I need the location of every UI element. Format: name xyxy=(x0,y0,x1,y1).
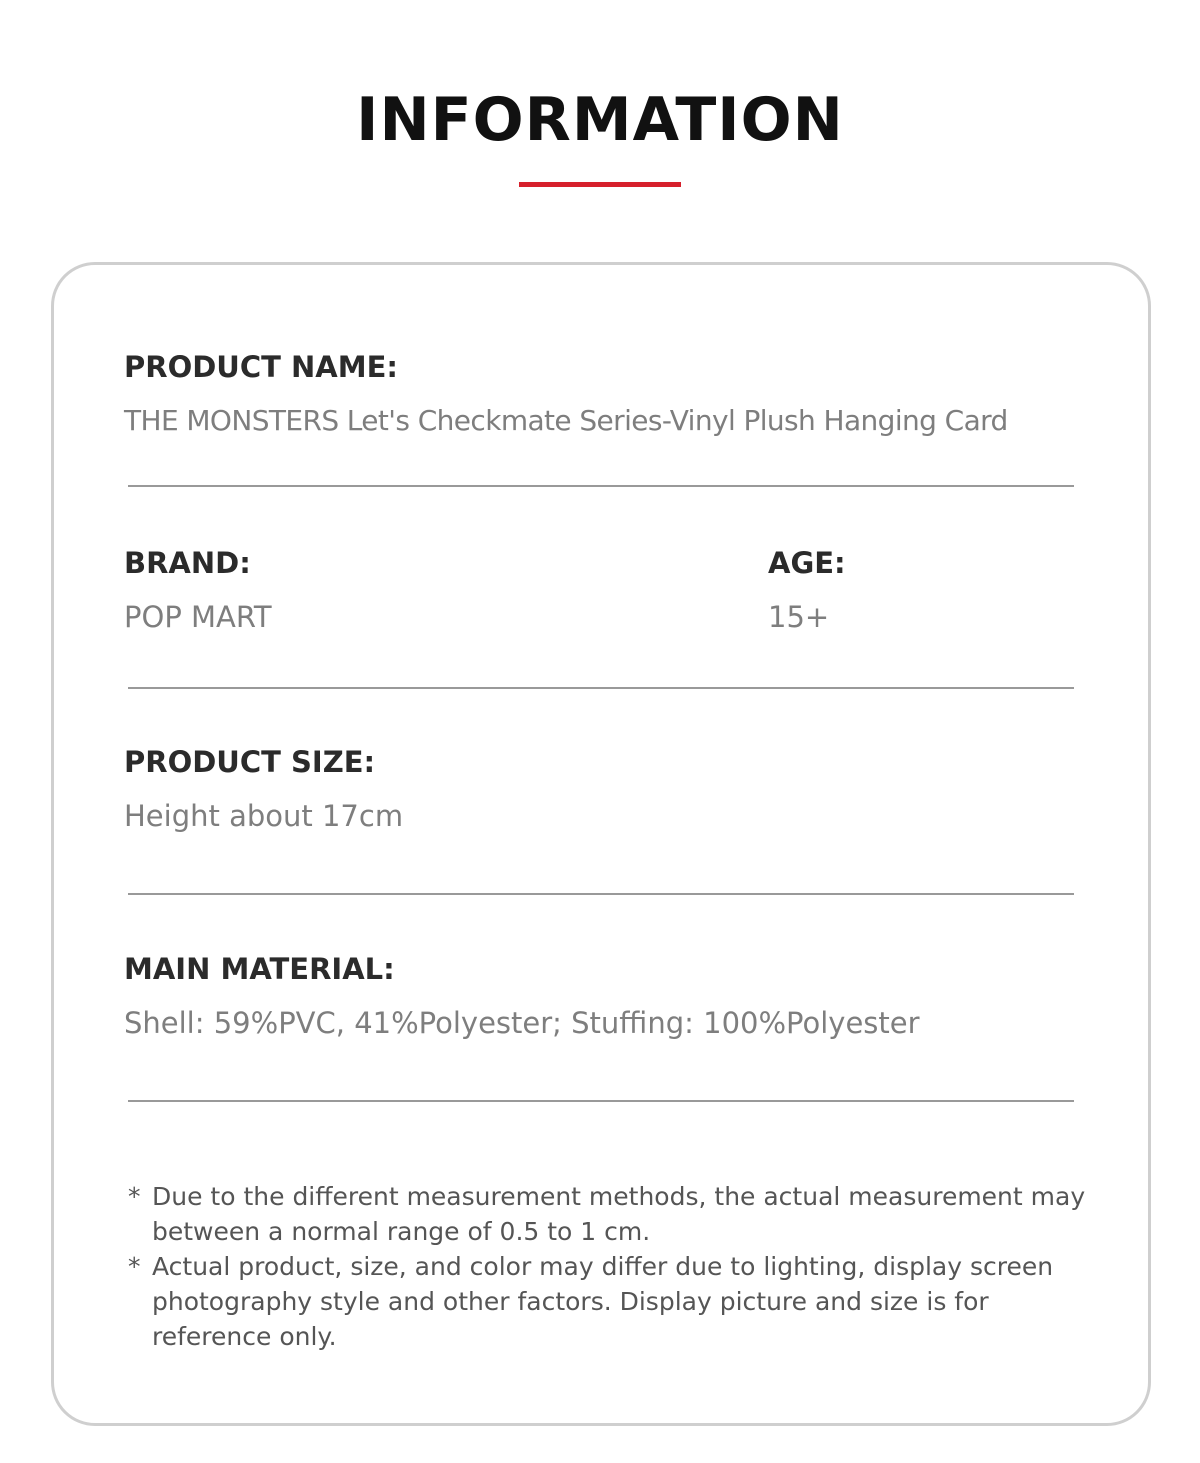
asterisk-mark: * xyxy=(128,1182,141,1211)
asterisk-mark: * xyxy=(128,1252,141,1281)
divider xyxy=(128,485,1074,487)
information-card: PRODUCT NAME: THE MONSTERS Let's Checkma… xyxy=(51,262,1151,1426)
title-underline xyxy=(519,182,681,187)
disclaimer-notes: * Due to the different measurement metho… xyxy=(128,1179,1088,1354)
disclaimer-note-text: Actual product, size, and color may diff… xyxy=(152,1252,1054,1351)
disclaimer-note: * Actual product, size, and color may di… xyxy=(128,1249,1088,1354)
brand-value: POP MART xyxy=(124,600,272,634)
product-size-value: Height about 17cm xyxy=(124,799,404,833)
brand-label: BRAND: xyxy=(124,546,251,580)
page-title: INFORMATION xyxy=(356,85,844,155)
disclaimer-note-text: Due to the different measurement methods… xyxy=(152,1182,1086,1246)
divider xyxy=(128,687,1074,689)
product-name-value: THE MONSTERS Let's Checkmate Series-Viny… xyxy=(124,404,1008,437)
divider xyxy=(128,1100,1074,1102)
divider xyxy=(128,893,1074,895)
main-material-label: MAIN MATERIAL: xyxy=(124,952,395,986)
age-value: 15+ xyxy=(768,600,830,634)
product-size-label: PRODUCT SIZE: xyxy=(124,745,376,779)
disclaimer-note: * Due to the different measurement metho… xyxy=(128,1179,1088,1249)
age-label: AGE: xyxy=(768,546,846,580)
product-name-label: PRODUCT NAME: xyxy=(124,350,398,384)
main-material-value: Shell: 59%PVC, 41%Polyester; Stuffing: 1… xyxy=(124,1006,920,1040)
